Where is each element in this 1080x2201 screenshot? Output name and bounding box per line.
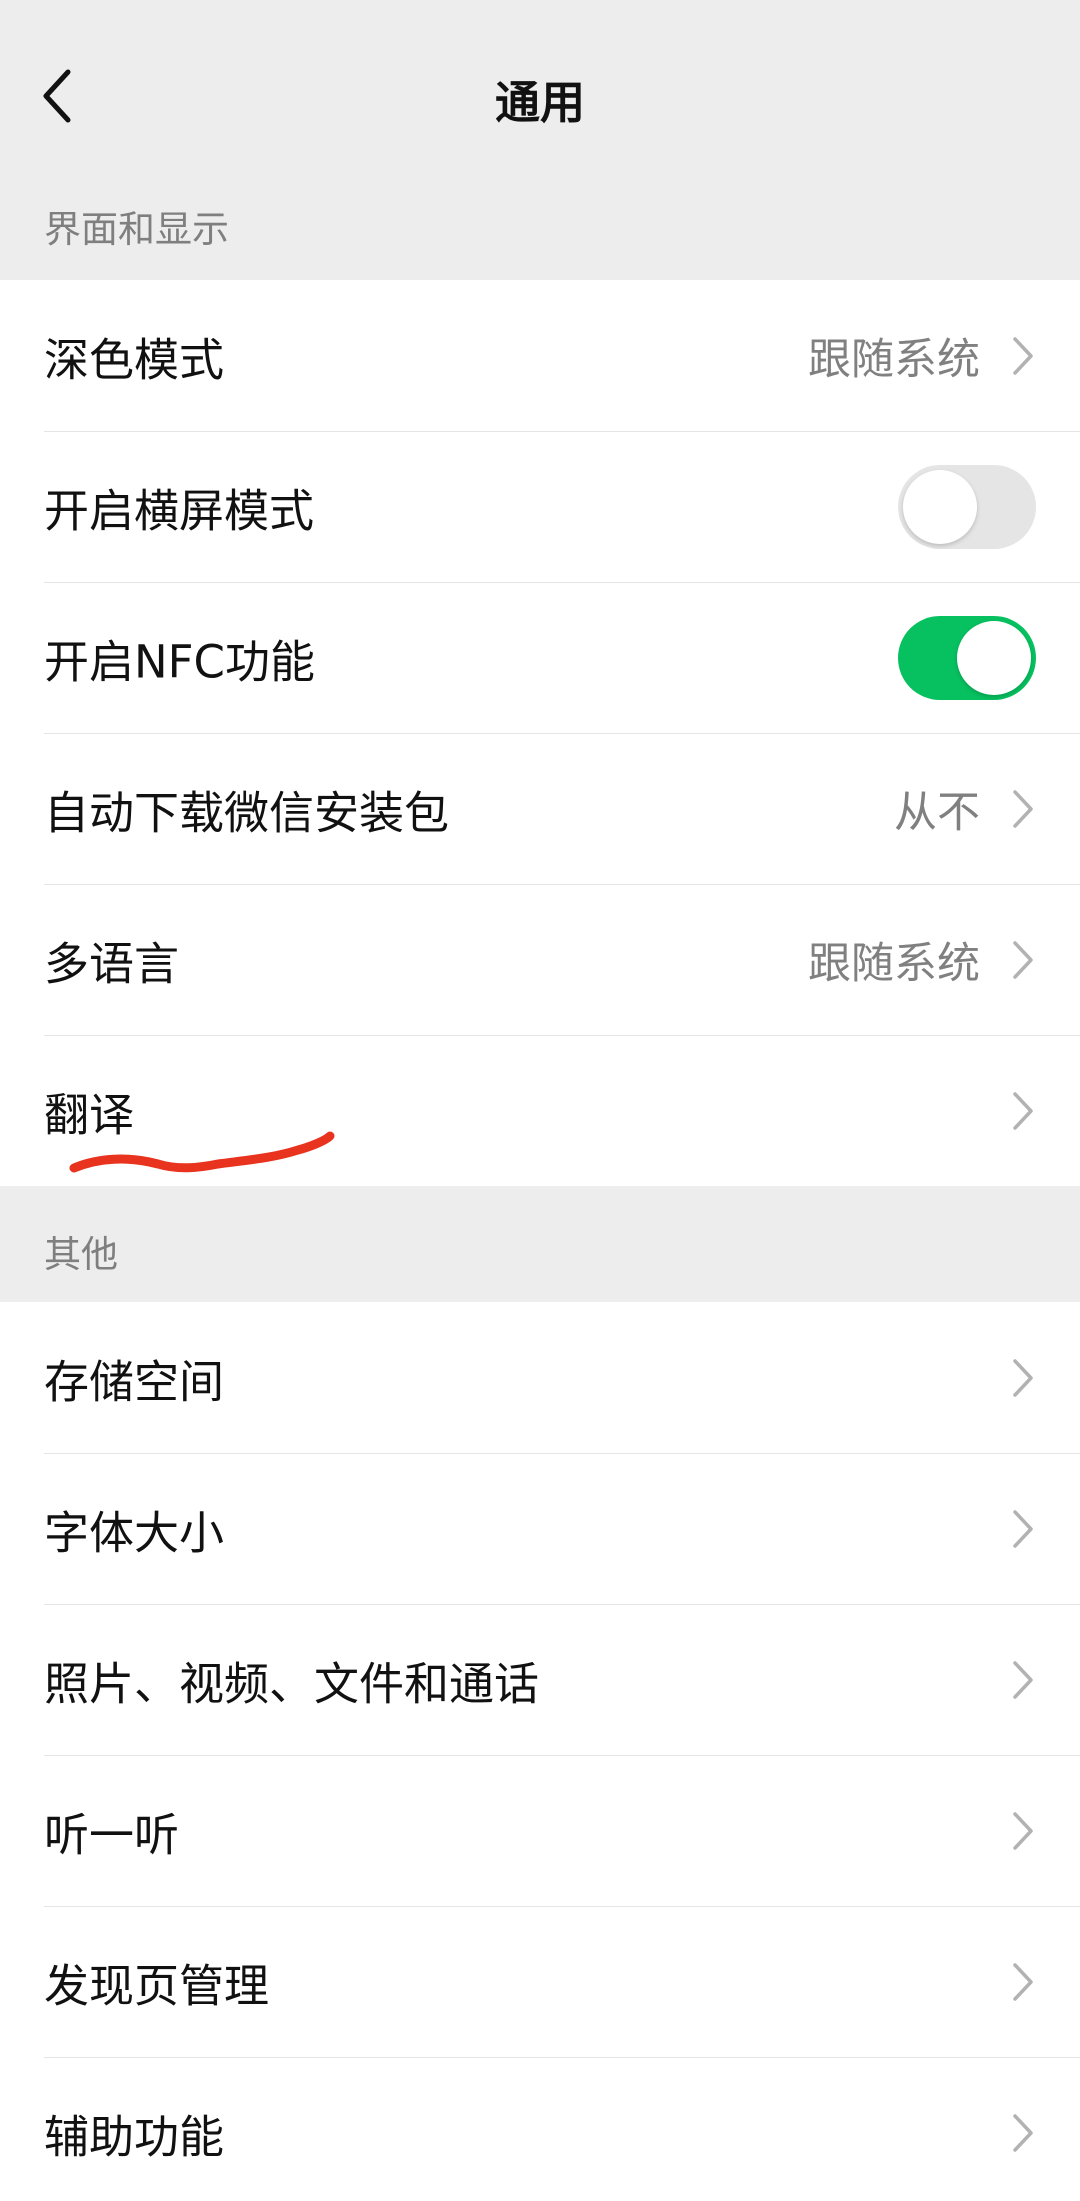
toggle-knob — [957, 620, 1031, 695]
row-nfc: 开启NFC功能 — [0, 582, 1080, 733]
row-label: 辅助功能 — [44, 2110, 225, 2163]
section-header-display: 界面和显示 — [0, 190, 1080, 280]
nfc-toggle[interactable] — [898, 615, 1036, 700]
chevron-right-icon — [1013, 1811, 1033, 1850]
chevron-right-icon — [1013, 1091, 1033, 1130]
chevron-right-icon — [1013, 940, 1033, 979]
row-label: 发现页管理 — [44, 1959, 270, 2012]
section-title: 其他 — [44, 1233, 118, 1276]
row-dark-mode[interactable]: 深色模式 跟随系统 — [0, 280, 1080, 431]
row-media-files-calls[interactable]: 照片、视频、文件和通话 — [0, 1604, 1080, 1755]
row-value: 跟随系统 — [808, 938, 980, 989]
row-label: 存储空间 — [44, 1355, 225, 1408]
row-label: 多语言 — [44, 937, 180, 990]
chevron-right-icon — [1013, 1358, 1033, 1397]
section-title: 界面和显示 — [44, 208, 229, 251]
row-value: 从不 — [894, 787, 980, 838]
chevron-right-icon — [1013, 1660, 1033, 1699]
chevron-right-icon — [1013, 789, 1033, 828]
section-header-other: 其他 — [0, 1186, 1080, 1302]
row-translate[interactable]: 翻译 — [0, 1035, 1080, 1186]
row-accessibility[interactable]: 辅助功能 — [0, 2057, 1080, 2201]
row-font-size[interactable]: 字体大小 — [0, 1453, 1080, 1604]
row-label: 字体大小 — [44, 1506, 225, 1559]
row-label: 听一听 — [44, 1808, 180, 1861]
chevron-right-icon — [1013, 336, 1033, 375]
row-value: 跟随系统 — [808, 334, 980, 385]
nav-bar: 通用 — [0, 0, 1080, 190]
settings-group-other: 存储空间 字体大小 照片、视频、文件和通话 听一听 发现页管理 辅助功能 — [0, 1302, 1080, 2201]
row-label: 开启横屏模式 — [44, 484, 315, 537]
row-label: 照片、视频、文件和通话 — [44, 1657, 540, 1710]
row-label: 深色模式 — [44, 333, 225, 386]
row-label: 翻译 — [44, 1088, 135, 1141]
row-label: 自动下载微信安装包 — [44, 786, 450, 839]
settings-group-display: 深色模式 跟随系统 开启横屏模式 开启NFC功能 自动下载微信安装包 从不 多语… — [0, 280, 1080, 1186]
landscape-mode-toggle[interactable] — [898, 464, 1036, 549]
settings-general-page: 通用 界面和显示 深色模式 跟随系统 开启横屏模式 开启NFC功能 自动下载微信… — [0, 0, 1080, 2201]
row-landscape-mode: 开启横屏模式 — [0, 431, 1080, 582]
row-auto-download[interactable]: 自动下载微信安装包 从不 — [0, 733, 1080, 884]
chevron-right-icon — [1013, 1509, 1033, 1548]
toggle-knob — [903, 469, 977, 544]
chevron-right-icon — [1013, 1962, 1033, 2001]
row-label: 开启NFC功能 — [44, 635, 315, 688]
row-listen[interactable]: 听一听 — [0, 1755, 1080, 1906]
row-storage[interactable]: 存储空间 — [0, 1302, 1080, 1453]
row-discover-management[interactable]: 发现页管理 — [0, 1906, 1080, 2057]
row-language[interactable]: 多语言 跟随系统 — [0, 884, 1080, 1035]
page-title: 通用 — [494, 76, 585, 129]
chevron-right-icon — [1013, 2113, 1033, 2152]
